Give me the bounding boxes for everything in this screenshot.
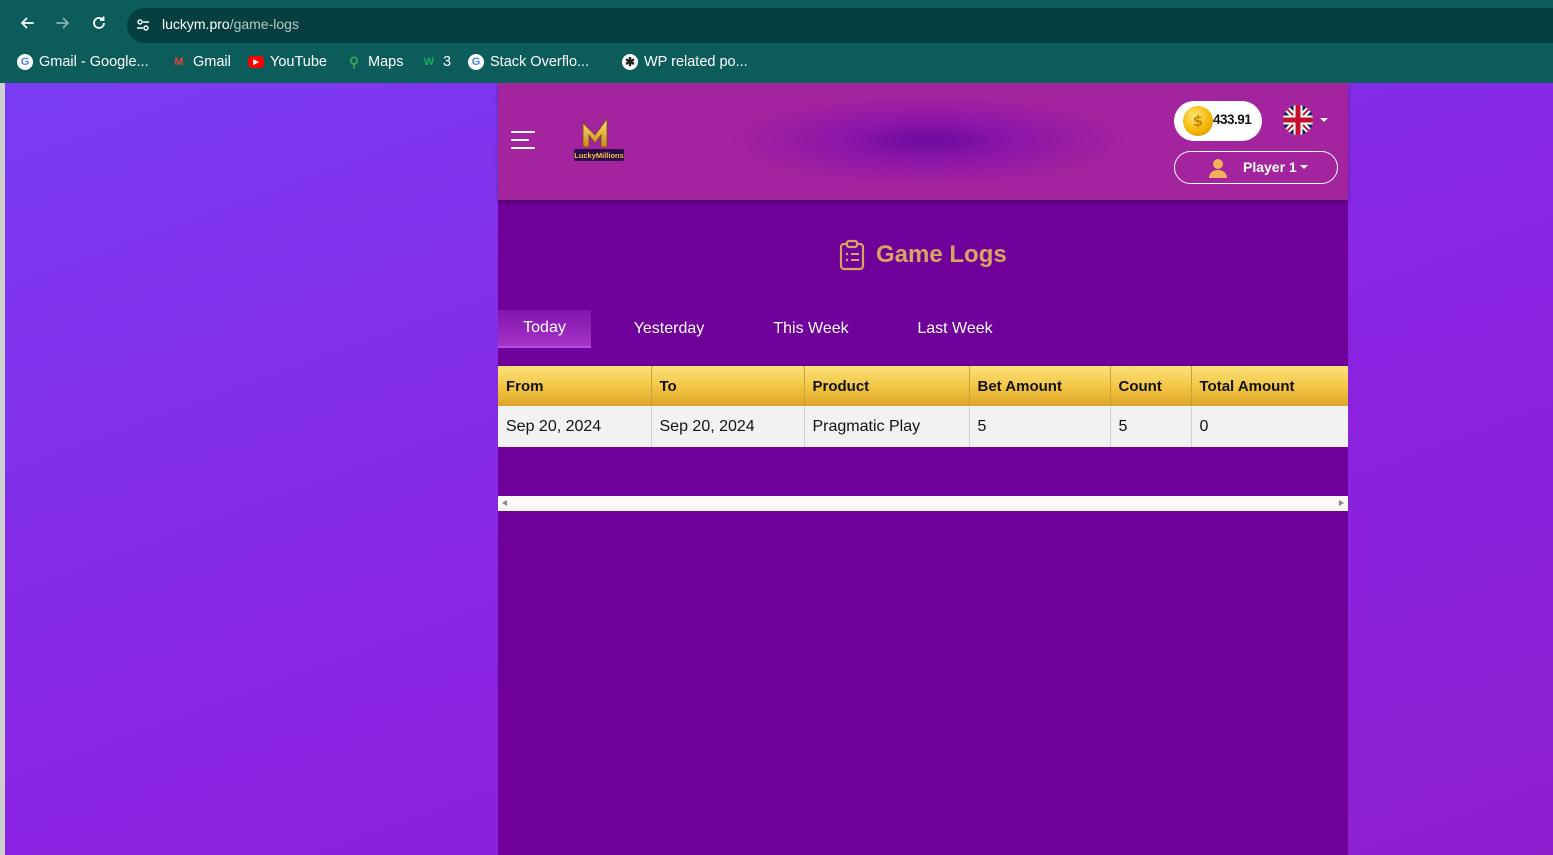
bookmark-label: Gmail: [193, 54, 231, 70]
column-header-count: Count: [1110, 366, 1192, 406]
url-host: luckym.pro: [162, 16, 230, 32]
arrow-right-icon: [56, 17, 70, 29]
cell-to: Sep 20, 2024: [651, 406, 805, 447]
cell-bet-amount: 5: [969, 406, 1111, 447]
arrow-left-icon: [20, 17, 34, 29]
column-header-total-amount: Total Amount: [1191, 366, 1348, 406]
gmail-icon: M: [174, 56, 184, 68]
cell-product: Pragmatic Play: [804, 406, 970, 447]
table-row: Sep 20, 2024 Sep 20, 2024 Pragmatic Play…: [498, 406, 1348, 447]
bookmark-item[interactable]: G Gmail - Google...: [17, 51, 149, 73]
logo-icon: LuckyMillions: [574, 117, 624, 161]
google-icon: G: [17, 54, 33, 70]
google-icon: G: [468, 54, 484, 70]
bookmark-label: 3: [443, 54, 452, 70]
chevron-down-icon: [1320, 118, 1328, 122]
bookmark-item[interactable]: ▶ YouTube: [248, 51, 327, 73]
scroll-right-icon[interactable]: [1339, 500, 1344, 506]
forward-button[interactable]: [52, 12, 74, 34]
bookmark-item[interactable]: ⚲ Maps: [346, 51, 404, 73]
maps-icon: ⚲: [348, 53, 360, 70]
site-header: LuckyMillions $ 433.91 Player 1: [498, 83, 1348, 200]
page-title: Game Logs: [876, 241, 1007, 268]
user-icon: [1209, 159, 1227, 178]
browser-chrome: luckym.pro/game-logs G Gmail - Google...…: [0, 0, 1553, 83]
balance-pill[interactable]: $ 433.91: [1174, 101, 1262, 141]
balance-value: 433.91: [1213, 112, 1252, 127]
page-viewport: LuckyMillions $ 433.91 Player 1 Game Log…: [5, 83, 1553, 855]
menu-line: [511, 131, 535, 133]
column-header-bet-amount: Bet Amount: [969, 366, 1111, 406]
openai-icon: ✱: [622, 54, 638, 70]
column-header-to: To: [651, 366, 805, 406]
column-header-product: Product: [804, 366, 970, 406]
cell-total-amount: 0: [1191, 406, 1348, 447]
tab-today[interactable]: Today: [498, 310, 591, 348]
bookmark-item[interactable]: G Stack Overflo...: [468, 51, 589, 73]
bookmark-label: Maps: [368, 54, 404, 70]
menu-line: [511, 139, 529, 141]
reload-icon: [93, 16, 105, 29]
bookmark-label: YouTube: [270, 54, 327, 70]
bookmark-label: WP related po...: [644, 54, 748, 70]
game-logs-table: From To Product Bet Amount Count Total A…: [498, 366, 1348, 447]
menu-button[interactable]: [511, 131, 535, 151]
back-button[interactable]: [16, 12, 38, 34]
player-menu-button[interactable]: Player 1: [1174, 151, 1338, 184]
column-header-from: From: [498, 366, 652, 406]
clipboard-icon: [839, 239, 865, 271]
bookmark-label: Stack Overflo...: [490, 54, 590, 70]
w-icon: W: [423, 56, 435, 68]
game-logs-table-wrap: From To Product Bet Amount Count Total A…: [498, 366, 1348, 447]
coin-icon: $: [1183, 106, 1213, 136]
menu-line: [511, 147, 535, 149]
bookmarks-bar: G Gmail - Google... M Gmail ▶ YouTube ⚲ …: [0, 48, 1553, 76]
url-text: luckym.pro/game-logs: [162, 16, 299, 32]
tab-this-week[interactable]: This Week: [756, 310, 866, 348]
table-header-row: From To Product Bet Amount Count Total A…: [498, 366, 1348, 406]
scroll-left-icon[interactable]: [502, 500, 507, 506]
uk-flag-icon: [1283, 105, 1313, 135]
chevron-down-icon: [1300, 165, 1308, 169]
page-title-row: Game Logs: [838, 238, 1007, 272]
youtube-icon: ▶: [248, 56, 264, 68]
url-path: /game-logs: [229, 16, 299, 32]
tab-yesterday[interactable]: Yesterday: [613, 310, 725, 348]
bookmark-item[interactable]: ✱ WP related po...: [622, 51, 748, 73]
app-container: LuckyMillions $ 433.91 Player 1 Game Log…: [498, 83, 1348, 855]
cell-from: Sep 20, 2024: [498, 406, 652, 447]
tab-last-week[interactable]: Last Week: [900, 310, 1010, 348]
bookmark-item[interactable]: W 3: [421, 51, 451, 73]
svg-text:LuckyMillions: LuckyMillions: [574, 151, 624, 160]
period-tabs: Today Yesterday This Week Last Week: [498, 310, 1348, 348]
site-logo[interactable]: LuckyMillions: [574, 117, 624, 165]
address-bar[interactable]: luckym.pro/game-logs: [127, 8, 1553, 43]
horizontal-scrollbar[interactable]: [498, 496, 1348, 511]
site-settings-icon[interactable]: [135, 17, 151, 33]
bookmark-label: Gmail - Google...: [39, 54, 149, 70]
cell-count: 5: [1110, 406, 1192, 447]
player-name: Player 1: [1243, 159, 1297, 175]
browser-toolbar: luckym.pro/game-logs: [0, 4, 1553, 44]
reload-button[interactable]: [88, 12, 110, 34]
language-selector[interactable]: [1281, 103, 1331, 137]
bookmark-item[interactable]: M Gmail: [171, 51, 231, 73]
